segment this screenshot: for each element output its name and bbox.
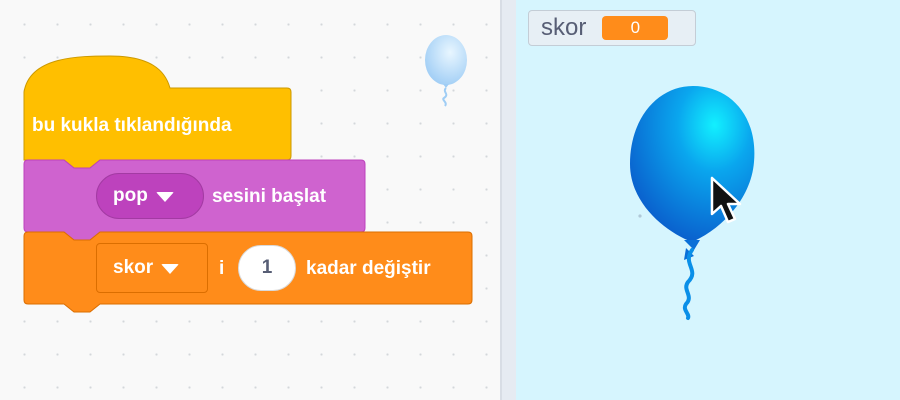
dropdown-caret-icon: [155, 192, 174, 202]
change-connector-label: i: [219, 258, 225, 279]
hat-block-shape[interactable]: [23, 55, 292, 169]
panel-divider-edge: [500, 0, 502, 400]
change-amount-input[interactable]: 1: [238, 245, 296, 291]
variable-dropdown-value: skor: [113, 257, 154, 278]
variable-monitor: skor 0: [528, 10, 696, 46]
sound-dropdown[interactable]: pop: [96, 173, 204, 219]
monitor-label: skor: [541, 14, 587, 41]
dropdown-caret-icon: [161, 264, 180, 274]
mouse-cursor-icon: [710, 176, 742, 224]
panel-divider: [500, 0, 516, 400]
monitor-value: 0: [602, 16, 669, 40]
sound-dropdown-value: pop: [113, 185, 148, 206]
when-sprite-clicked-label: bu kukla tıklandığında: [32, 115, 232, 136]
start-sound-label: sesini başlat: [212, 186, 327, 207]
change-by-label: kadar değiştir: [306, 258, 431, 279]
variable-dropdown[interactable]: skor: [96, 243, 208, 293]
